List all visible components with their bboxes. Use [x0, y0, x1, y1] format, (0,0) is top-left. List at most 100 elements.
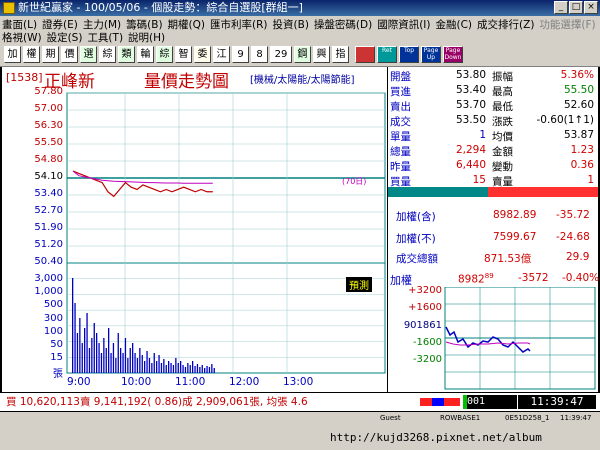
- price-axis-label: 51.20: [34, 239, 63, 250]
- volume-bar: [199, 367, 201, 373]
- menu-item-8[interactable]: 國際資訊(I): [377, 17, 430, 32]
- page-down-icon[interactable]: Page Down: [443, 46, 463, 63]
- build-label: 0E51D258_1: [505, 414, 550, 422]
- volume-bar: [127, 358, 129, 373]
- forecast-button[interactable]: 預測: [346, 277, 372, 292]
- volume-bar: [105, 348, 107, 373]
- quote-ask-label: 賣出: [390, 101, 411, 113]
- maximize-button[interactable]: □: [569, 1, 583, 14]
- quote-change: -0.60(1↑1): [536, 114, 594, 126]
- close-button[interactable]: ×: [584, 1, 598, 14]
- volume-bar: [148, 358, 151, 373]
- volume-bar: [144, 361, 146, 373]
- volume-bar: [201, 365, 203, 373]
- toolbar-button-0[interactable]: 加: [4, 46, 21, 63]
- quote-bvol: 15: [472, 174, 486, 186]
- volume-bar: [120, 348, 122, 373]
- toolbar-button-15[interactable]: 鋼: [294, 46, 311, 63]
- footer-url[interactable]: http://kujd3268.pixnet.net/album: [330, 431, 542, 444]
- minimize-button[interactable]: _: [554, 1, 568, 14]
- volume-bar: [204, 368, 206, 373]
- volume-bar: [115, 358, 117, 373]
- volume-bar: [103, 338, 105, 373]
- toolbar-button-12[interactable]: 9: [232, 46, 249, 63]
- quote-vol-label: 總量: [390, 146, 411, 158]
- time-axis-label: 13:00: [283, 376, 314, 388]
- volume-bar: [182, 365, 184, 373]
- quote-high-label: 最高: [492, 86, 513, 98]
- mini-index-chart[interactable]: 加權 898289 -3572 -0.40% +3200 +1600 901861-…: [388, 271, 599, 392]
- index-excl-label: 加權(不): [396, 233, 436, 245]
- volume-bar: [146, 351, 148, 373]
- toolbar-button-3[interactable]: 價: [61, 46, 78, 63]
- menu2-item-2[interactable]: 工具(T): [87, 30, 123, 45]
- volume-bar: [184, 367, 187, 373]
- return-icon[interactable]: Ret: [377, 46, 397, 63]
- status-bar: 買 10,620,113賣 9,141,192( 0.86)成 2,909,06…: [0, 393, 600, 411]
- menu-item-4[interactable]: 期權(Q): [168, 17, 205, 32]
- volume-axis-label: 300: [43, 312, 63, 324]
- volume-bar: [134, 353, 136, 373]
- volume-bar: [81, 343, 83, 373]
- toolbar-button-11[interactable]: 江: [213, 46, 230, 63]
- menu-item-9[interactable]: 金融(C): [436, 17, 473, 32]
- quote-svol: 1: [587, 174, 594, 186]
- time-axis-label: 10:00: [121, 376, 152, 388]
- quote-unit-label: 單量: [390, 131, 411, 143]
- toolbar-button-17[interactable]: 指: [332, 46, 349, 63]
- quote-open-label: 開盤: [390, 71, 411, 83]
- volume-bar: [117, 333, 119, 373]
- page-up-icon[interactable]: Page Up: [421, 46, 441, 63]
- volume-bar: [156, 361, 158, 373]
- mini-axis-label: -1600: [412, 337, 442, 348]
- total-amount-change: 29.9: [566, 251, 590, 263]
- menu2-item-1[interactable]: 設定(S): [47, 30, 83, 45]
- menu-item-7[interactable]: 操盤密碼(D): [314, 17, 372, 32]
- toolbar-button-14[interactable]: 29: [270, 46, 292, 63]
- menu-item-5[interactable]: 匯市利率(R): [210, 17, 268, 32]
- volume-bar: [192, 361, 194, 373]
- quote-amp: 5.36%: [560, 69, 594, 81]
- quote-low-label: 最低: [492, 101, 513, 113]
- toolbar-button-10[interactable]: 委: [194, 46, 211, 63]
- menu-item-11[interactable]: 功能選擇(F): [539, 17, 595, 32]
- mini-axis-label: +1600: [408, 302, 442, 313]
- index-incl-change: -35.72: [556, 209, 590, 221]
- stock-code-input[interactable]: 001: [463, 395, 517, 409]
- price-axis-label: 52.70: [34, 205, 63, 216]
- index-incl-value: 8982.89: [493, 209, 537, 221]
- toolbar-button-1[interactable]: 權: [23, 46, 40, 63]
- menu-item-6[interactable]: 投資(B): [273, 17, 309, 32]
- volume-bar: [72, 278, 74, 373]
- volume-bar: [136, 358, 139, 373]
- volume-bar: [189, 365, 191, 373]
- menu2-item-0[interactable]: 格視(W): [2, 30, 42, 45]
- menu-item-10[interactable]: 成交排行(Z): [477, 17, 534, 32]
- grid-icon[interactable]: [355, 46, 375, 63]
- toolbar-button-13[interactable]: 8: [251, 46, 268, 63]
- toolbar-button-9[interactable]: 智: [175, 46, 192, 63]
- total-amount-value: 871.53億: [484, 253, 532, 265]
- toolbar-button-2[interactable]: 期: [42, 46, 59, 63]
- volume-bar: [132, 343, 134, 373]
- toolbar-button-16[interactable]: 興: [313, 46, 330, 63]
- volume-bar: [139, 348, 141, 373]
- toolbar-button-8[interactable]: 綜: [156, 46, 173, 63]
- quote-high: 55.50: [563, 84, 594, 96]
- price-axis-label: 53.40: [34, 188, 63, 199]
- mini-axis-label: 901861: [403, 320, 442, 331]
- total-amount-label: 成交總額: [396, 253, 438, 265]
- top-icon[interactable]: Top: [399, 46, 419, 63]
- toolbar-button-4[interactable]: 選: [80, 46, 97, 63]
- time-axis-label: 11:00: [175, 376, 206, 388]
- toolbar-button-7[interactable]: 輪: [137, 46, 154, 63]
- volume-bar: [100, 353, 103, 373]
- volume-bar: [177, 363, 179, 373]
- quote-yvol: 6,440: [455, 159, 486, 171]
- toolbar-button-5[interactable]: 綜: [99, 46, 116, 63]
- quote-chg-label: 變動: [492, 161, 513, 173]
- toolbar-button-6[interactable]: 類: [118, 46, 135, 63]
- volume-axis-label: 3,000: [34, 273, 63, 284]
- quote-yvol-label: 昨量: [390, 161, 411, 173]
- menu2-item-3[interactable]: 說明(H): [128, 30, 165, 45]
